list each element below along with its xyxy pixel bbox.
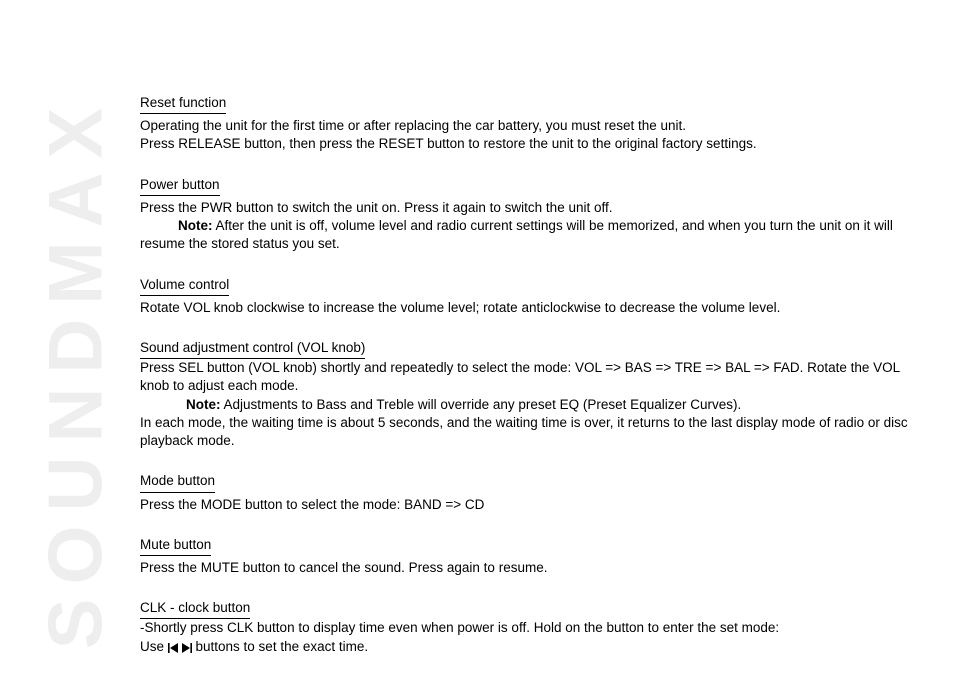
section-sound: Sound adjustment control (VOL knob) Pres… [140,339,930,450]
body-text: -Shortly press CLK button to display tim… [140,619,930,637]
section-reset: Reset function Operating the unit for th… [140,94,930,154]
section-title: Sound adjustment control (VOL knob) [140,339,365,359]
content: Reset function Operating the unit for th… [140,94,930,675]
section-power: Power button Press the PWR button to swi… [140,176,930,254]
body-text: Operating the unit for the first time or… [140,117,930,135]
section-title: Mode button [140,472,215,492]
body-text: Press the MUTE button to cancel the soun… [140,559,930,577]
body-text: Press RELEASE button, then press the RES… [140,135,930,153]
prev-track-icon [168,639,180,654]
section-title: CLK - clock button [140,599,250,619]
body-text: In each mode, the waiting time is about … [140,414,930,450]
body-text: Use buttons to set the exact time. [140,638,930,656]
section-mode: Mode button Press the MODE button to sel… [140,472,930,513]
section-title: Reset function [140,94,226,114]
section-mute: Mute button Press the MUTE button to can… [140,536,930,577]
page: SOUNDMAX Reset function Operating the un… [0,0,954,675]
note-text: After the unit is off, volume level and … [140,218,893,251]
body-text: Press the PWR button to switch the unit … [140,199,930,217]
next-track-icon [180,639,192,654]
section-clock: CLK - clock button -Shortly press CLK bu… [140,599,930,656]
section-title: Power button [140,176,220,196]
body-text: Press SEL button (VOL knob) shortly and … [140,359,930,395]
section-volume: Volume control Rotate VOL knob clockwise… [140,276,930,317]
note-text: Adjustments to Bass and Treble will over… [221,397,742,412]
section-title: Mute button [140,536,211,556]
note-label: Note: [178,218,213,233]
section-title: Volume control [140,276,229,296]
body-text: Rotate VOL knob clockwise to increase th… [140,299,930,317]
body-text: Note: After the unit is off, volume leve… [140,217,930,253]
body-text: Note: Adjustments to Bass and Treble wil… [140,396,930,414]
body-text: Press the MODE button to select the mode… [140,496,930,514]
note-label: Note: [186,397,221,412]
brand-watermark: SOUNDMAX [33,82,120,662]
